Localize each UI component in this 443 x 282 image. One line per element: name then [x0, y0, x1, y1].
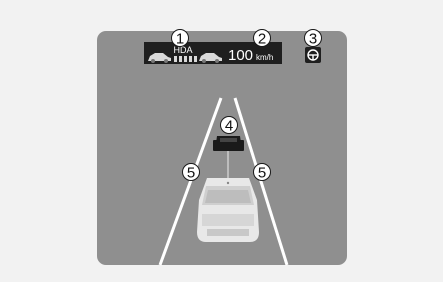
steering-wheel-indicator [305, 47, 321, 63]
speed-value: 100 [228, 47, 253, 64]
callout-1-label: 1 [176, 31, 184, 48]
speed-indicator-group: 100 km/h [225, 42, 282, 64]
speed-unit: km/h [256, 53, 273, 62]
callout-3-label: 3 [309, 31, 317, 48]
callout-2-label: 2 [258, 31, 266, 48]
ego-vehicle-icon [197, 178, 259, 242]
hda-display-diagram: HDA 100 km/h 1 2 3 4 5 5 [97, 29, 347, 266]
callout-5-left-label: 5 [187, 165, 195, 182]
callout-4-label: 4 [225, 118, 233, 135]
callout-5-right-label: 5 [258, 165, 266, 182]
preceding-vehicle-icon [213, 136, 244, 151]
